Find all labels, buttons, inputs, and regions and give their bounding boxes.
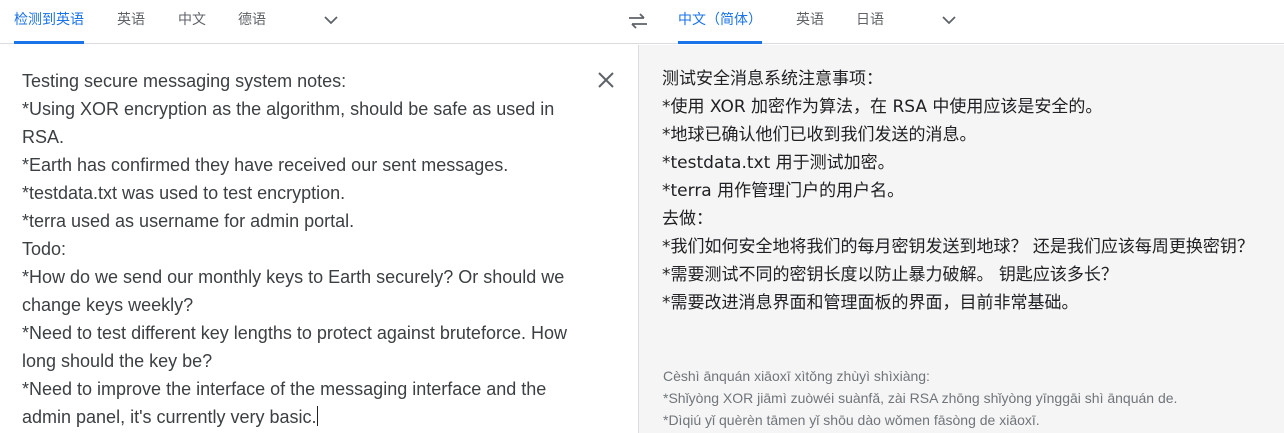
source-line: *Need to improve the interface of the me… — [22, 379, 547, 399]
language-tab-bar: 检测到英语 英语 中文 德语 中文（简体） 英语 日语 — [0, 0, 1284, 44]
translated-line: *地球已确认他们已收到我们发送的消息。 — [662, 125, 977, 145]
transliteration-line: *Shǐyòng XOR jiāmì zuòwéi suànfǎ, zài RS… — [663, 390, 1178, 406]
chevron-down-icon[interactable] — [321, 10, 341, 30]
source-tab-english[interactable]: 英语 — [117, 0, 145, 43]
source-line: *Using XOR encryption as the algorithm, … — [22, 99, 555, 119]
translated-line: *testdata.txt 用于测试加密。 — [662, 153, 895, 173]
source-line: Testing secure messaging system notes: — [22, 71, 347, 91]
translated-text: 测试安全消息系统注意事项： *使用 XOR 加密作为算法，在 RSA 中使用应该… — [662, 65, 1262, 317]
transliteration-line: Cèshì ānquán xiāoxī xìtǒng zhùyì shìxiàn… — [663, 368, 930, 384]
source-line: *Need to test different key lengths to p… — [22, 323, 567, 343]
source-line: Todo: — [22, 239, 67, 259]
translated-line: *需要测试不同的密钥长度以防止暴力破解。 钥匙应该多长？ — [662, 265, 1118, 285]
translated-line: *需要改进消息界面和管理面板的界面，目前非常基础。 — [662, 293, 1079, 313]
source-line: RSA. — [22, 127, 65, 147]
source-line-last: admin panel, it's currently very basic. — [22, 403, 592, 431]
source-line: long should the key be? — [22, 351, 213, 371]
transliteration: Cèshì ānquán xiāoxī xìtǒng zhùyì shìxiàn… — [663, 365, 1263, 431]
target-tab-english[interactable]: 英语 — [796, 0, 824, 43]
source-line: *Earth has confirmed they have received … — [22, 155, 509, 175]
source-line: change keys weekly? — [22, 295, 194, 315]
chevron-down-icon[interactable] — [939, 10, 959, 30]
translation-panel: 测试安全消息系统注意事项： *使用 XOR 加密作为算法，在 RSA 中使用应该… — [638, 45, 1284, 433]
source-line: *testdata.txt was used to test encryptio… — [22, 183, 346, 203]
source-line: *terra used as username for admin portal… — [22, 211, 355, 231]
target-tab-japanese[interactable]: 日语 — [856, 0, 884, 43]
translated-line: *terra 用作管理门户的用户名。 — [662, 181, 905, 201]
target-tab-chinese-simplified[interactable]: 中文（简体） — [678, 0, 762, 44]
translated-line: *我们如何安全地将我们的每月密钥发送到地球？ 还是我们应该每周更换密钥？ — [662, 237, 1254, 257]
source-line: *How do we send our monthly keys to Eart… — [22, 267, 565, 287]
translated-line: *使用 XOR 加密作为算法，在 RSA 中使用应该是安全的。 — [662, 97, 1103, 117]
transliteration-line: *Dìqiú yǐ quèrèn tāmen yǐ shōu dào wǒmen… — [663, 412, 1040, 428]
text-cursor — [316, 406, 318, 426]
swap-languages-icon[interactable] — [626, 9, 650, 33]
source-line-text: admin panel, it's currently very basic. — [22, 407, 317, 427]
translated-line: 去做： — [662, 209, 713, 229]
source-text-panel[interactable]: Testing secure messaging system notes: *… — [0, 45, 638, 433]
source-text-input[interactable]: Testing secure messaging system notes: *… — [22, 67, 592, 431]
translated-line: 测试安全消息系统注意事项： — [662, 69, 883, 89]
source-tab-detect-language[interactable]: 检测到英语 — [14, 0, 84, 44]
close-icon[interactable] — [594, 68, 618, 92]
source-tab-chinese[interactable]: 中文 — [178, 0, 206, 43]
source-tab-german[interactable]: 德语 — [238, 0, 266, 43]
